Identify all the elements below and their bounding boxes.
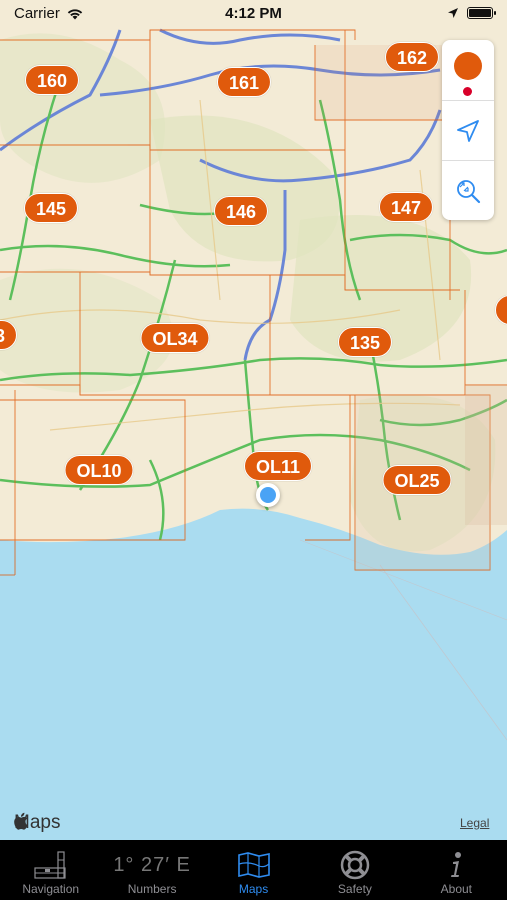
map-sheet-ol25[interactable]: OL25 [382,465,452,495]
carrier-label: Carrier [14,4,60,22]
tab-numbers[interactable]: 1° 27′ E Numbers [101,840,202,900]
tab-about[interactable]: About [406,840,507,900]
map-canvas [0,0,507,840]
tab-label-numbers: Numbers [127,882,177,896]
tab-maps[interactable]: Maps [203,840,304,900]
tab-label-maps: Maps [238,882,269,896]
lifebuoy-icon [340,850,370,880]
info-icon [451,852,462,877]
tab-label-safety: Safety [337,882,372,896]
zoom-fit-icon [457,179,481,203]
apple-logo-icon [14,812,28,830]
wifi-icon [67,8,83,19]
tab-label-about: About [440,882,472,896]
legal-link[interactable]: Legal [460,816,489,830]
locate-button[interactable] [442,100,494,160]
status-bar: Carrier 4:12 PM [0,0,507,26]
tab-bar: Navigation 1° 27′ E Numbers Maps Safety [0,840,507,900]
numbers-display: 1° 27′ E [113,853,191,876]
map-sheet-161[interactable]: 161 [216,67,272,97]
tab-label-navigation: Navigation [22,882,80,896]
zoom-to-fit-button[interactable] [442,160,494,220]
status-time: 4:12 PM [225,4,282,22]
map-sheet-135[interactable]: 135 [337,327,393,357]
navigation-icon [34,851,66,879]
map-sheet-ol34[interactable]: OL34 [140,323,210,353]
map-sheet-ol10[interactable]: OL10 [64,455,134,485]
tab-navigation[interactable]: Navigation [0,840,101,900]
record-button[interactable] [442,40,494,100]
record-icon [454,52,482,80]
map-controls-panel [442,40,494,220]
map-sheet-ol11[interactable]: OL11 [243,451,313,481]
map-sheet-146[interactable]: 146 [213,196,269,226]
map-sheet-147[interactable]: 147 [378,192,434,222]
location-arrow-icon [457,119,479,142]
map-sheet-145[interactable]: 145 [23,193,79,223]
maps-icon [237,852,270,878]
maps-attribution: Maps [14,812,60,834]
current-location-dot [256,483,280,507]
map-view[interactable]: 160 161 162 145 146 147 OL34 135 OL10 OL… [0,0,507,840]
recording-indicator-dot [463,87,472,96]
map-sheet-160[interactable]: 160 [24,65,80,95]
location-services-icon [448,8,458,18]
battery-icon [467,7,496,19]
tab-safety[interactable]: Safety [304,840,405,900]
map-sheet-162[interactable]: 162 [384,42,440,72]
